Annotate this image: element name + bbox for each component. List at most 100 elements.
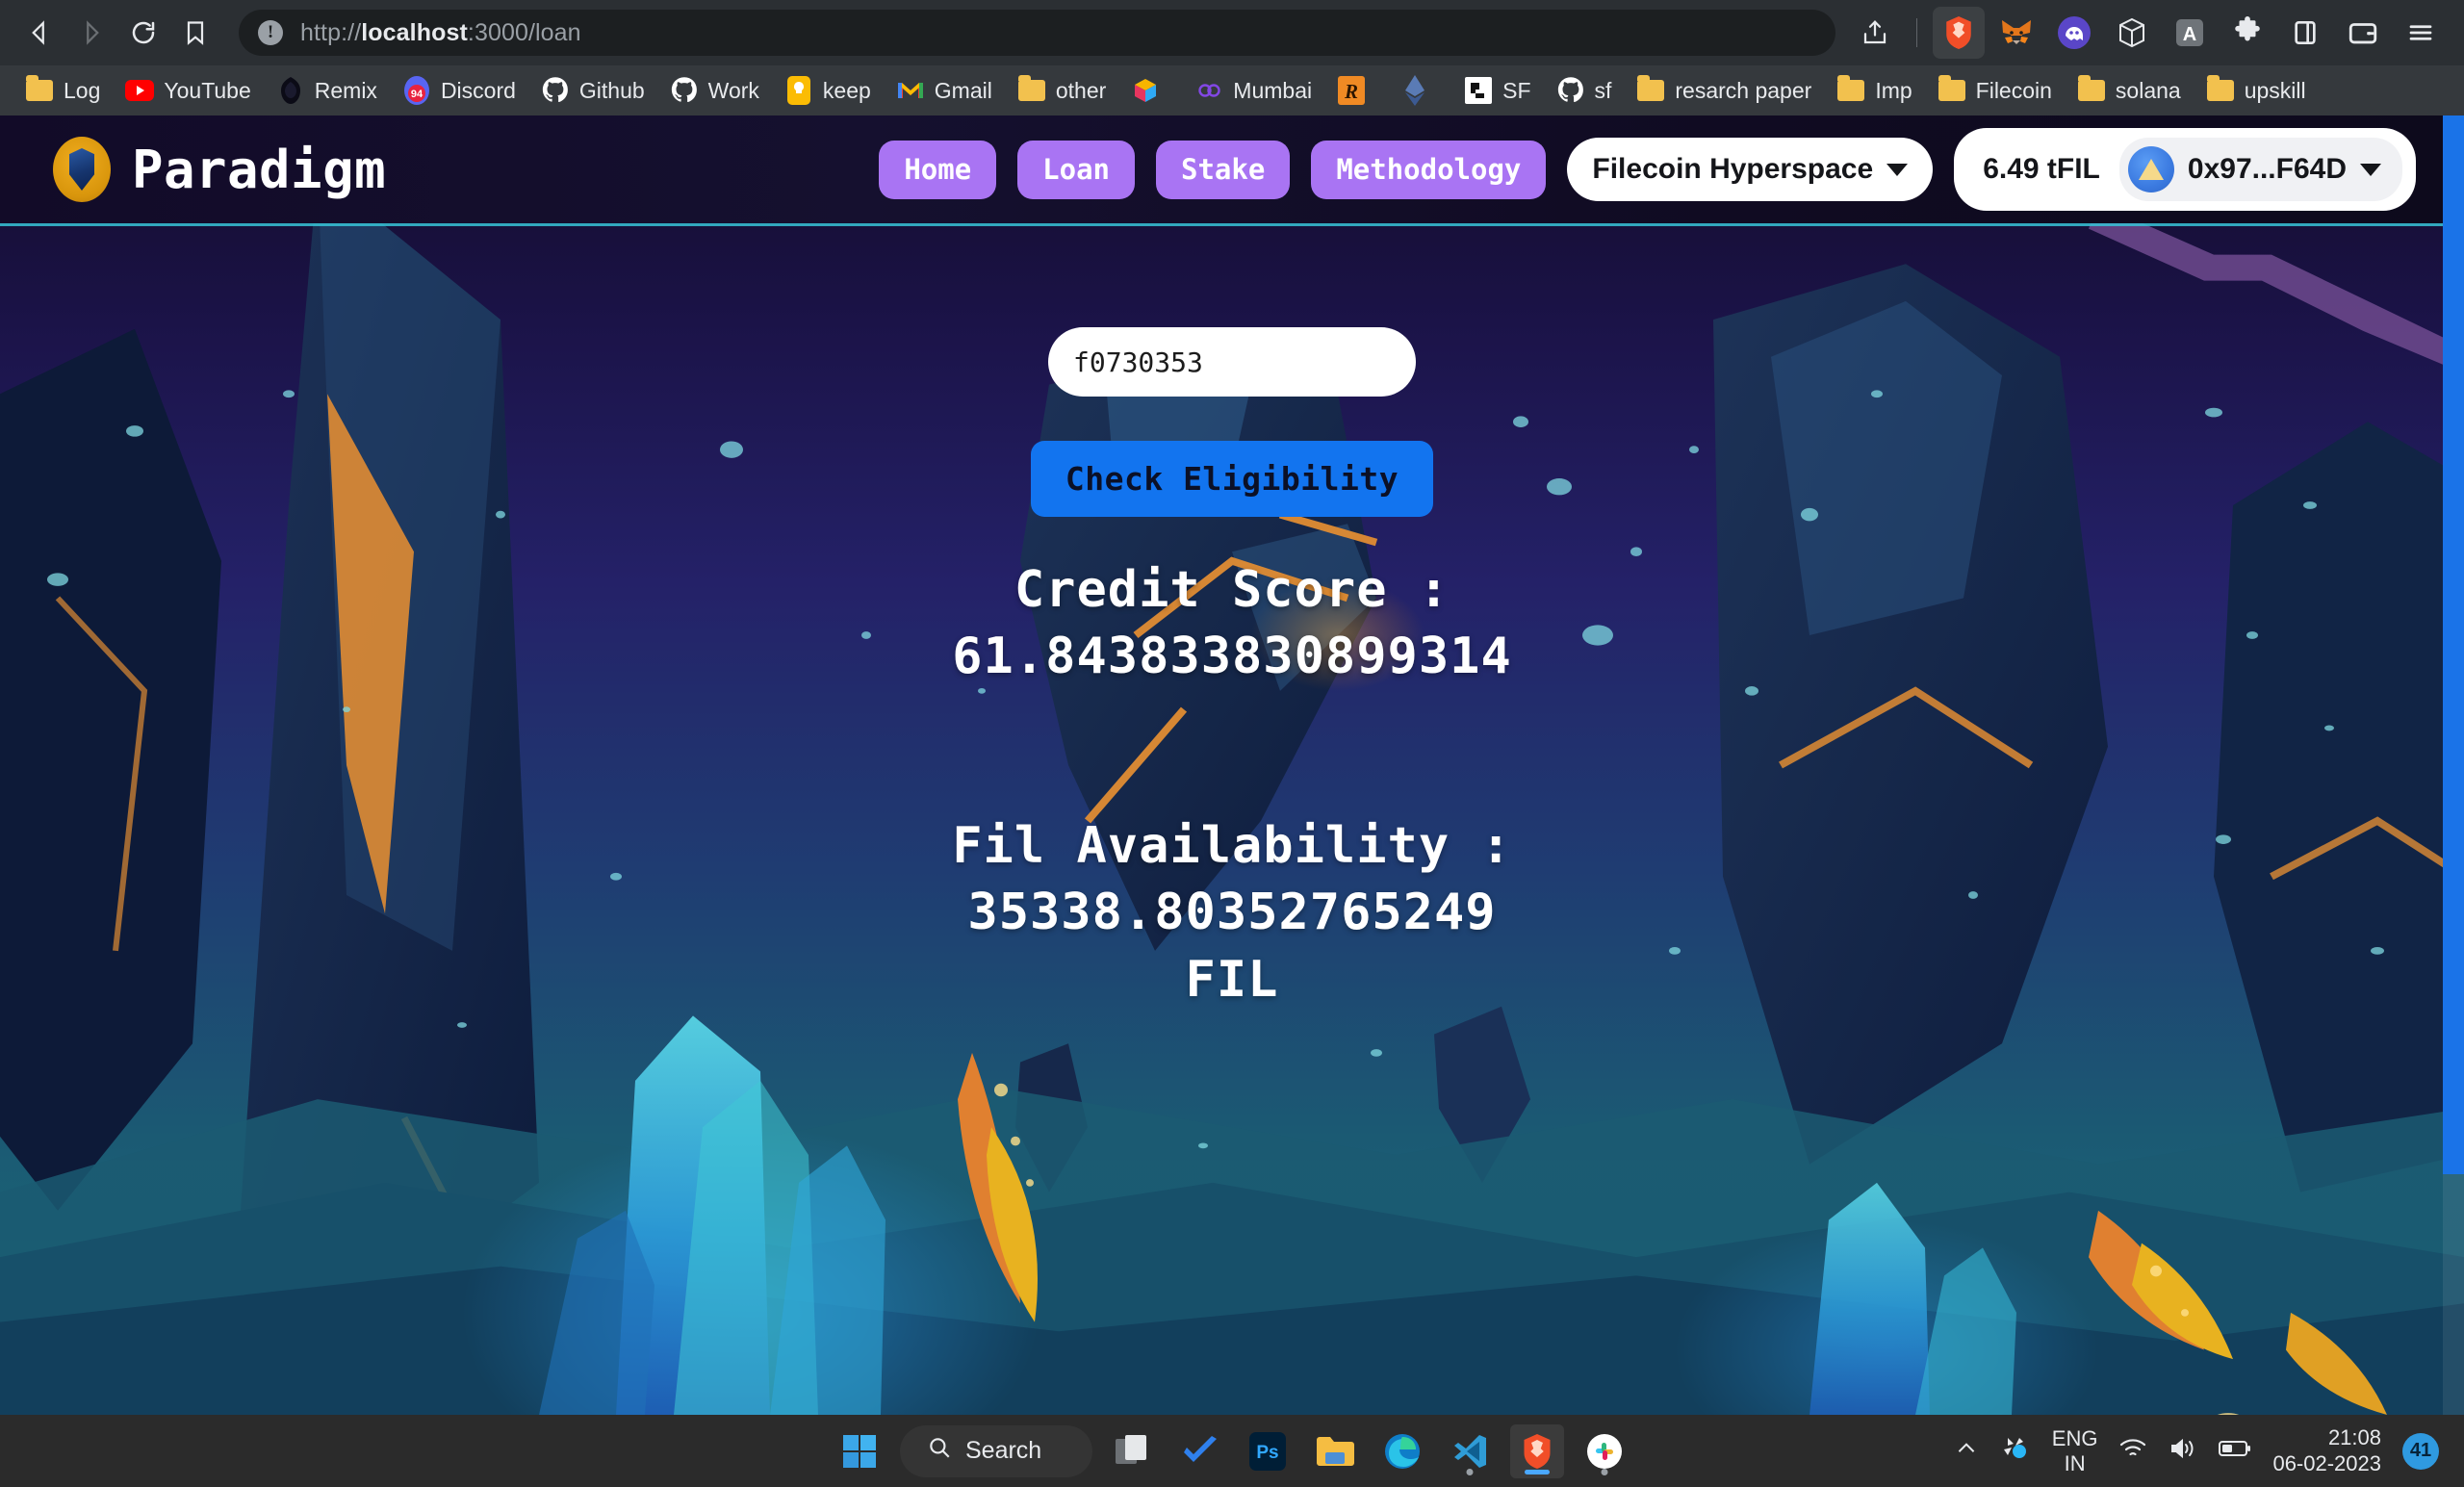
bookmark-youtube[interactable]: YouTube bbox=[116, 71, 260, 110]
vscode-icon[interactable] bbox=[1443, 1424, 1497, 1478]
paradigm-shield-logo-icon bbox=[53, 137, 111, 202]
puzzle-extensions-icon[interactable] bbox=[2221, 7, 2273, 59]
nav-item-stake[interactable]: Stake bbox=[1156, 140, 1291, 199]
not-secure-icon[interactable]: ! bbox=[258, 20, 283, 45]
taskbar-search[interactable]: Search bbox=[900, 1424, 1092, 1477]
bookmark-icon[interactable] bbox=[173, 11, 218, 55]
bookmark-discord[interactable]: 94 Discord bbox=[393, 71, 526, 110]
bookmark-label: Imp bbox=[1875, 77, 1912, 103]
bookmark-label: Remix bbox=[314, 77, 377, 103]
bookmark-label: Gmail bbox=[934, 77, 992, 103]
bookmark-keep[interactable]: keep bbox=[775, 71, 881, 110]
credit-score-result: Credit Score : 61.843833830899314 bbox=[952, 561, 1512, 686]
github-icon bbox=[541, 76, 570, 105]
bookmark-github[interactable]: Github bbox=[531, 71, 654, 110]
polygon-icon bbox=[1194, 76, 1223, 105]
bookmark-mumbai[interactable]: Mumbai bbox=[1185, 71, 1322, 110]
bookmark-remix[interactable]: Remix bbox=[267, 71, 387, 110]
bookmark-r[interactable]: R bbox=[1327, 71, 1385, 110]
tray-app-icon[interactable] bbox=[2000, 1434, 2031, 1468]
bookmark-upskill[interactable]: upskill bbox=[2196, 71, 2316, 110]
language-code: ENG bbox=[2051, 1426, 2098, 1451]
notification-badge[interactable]: 41 bbox=[2402, 1432, 2439, 1470]
bookmark-work[interactable]: Work bbox=[660, 71, 769, 110]
folder-icon bbox=[1636, 75, 1665, 105]
scrollbar-thumb[interactable] bbox=[2443, 115, 2464, 1174]
browser-toolbar: ! http://localhost:3000/loan A bbox=[0, 0, 2464, 65]
superfluid-icon bbox=[1464, 76, 1493, 105]
toolbar-actions: A bbox=[1849, 7, 2451, 59]
nav-item-loan[interactable]: Loan bbox=[1017, 140, 1136, 199]
task-view-icon[interactable] bbox=[1106, 1424, 1160, 1478]
bookmark-log[interactable]: Log bbox=[15, 71, 110, 110]
bookmark-ethereum[interactable] bbox=[1391, 71, 1449, 110]
bookmark-cube[interactable] bbox=[1121, 71, 1179, 110]
discord-icon: 94 bbox=[402, 76, 431, 105]
bookmark-sf-superfluid[interactable]: SF bbox=[1454, 71, 1540, 110]
wallet-widget[interactable]: 6.49 tFIL 0x97...F64D bbox=[1954, 128, 2416, 211]
windows-start-icon[interactable] bbox=[833, 1424, 886, 1478]
primary-nav: Home Loan Stake Methodology Filecoin Hyp… bbox=[879, 128, 2416, 211]
back-arrow-icon[interactable] bbox=[17, 11, 62, 55]
forward-arrow-icon[interactable] bbox=[69, 11, 114, 55]
cube-extension-icon[interactable] bbox=[2106, 7, 2158, 59]
wifi-icon[interactable] bbox=[2118, 1437, 2147, 1465]
letter-a-extension-icon[interactable]: A bbox=[2164, 7, 2216, 59]
miner-id-input[interactable] bbox=[1048, 327, 1416, 397]
google-keep-icon bbox=[784, 76, 813, 105]
region-code: IN bbox=[2064, 1450, 2086, 1475]
clock[interactable]: 21:08 06-02-2023 bbox=[2272, 1425, 2381, 1476]
brave-lion-icon[interactable] bbox=[1933, 7, 1985, 59]
sidebar-toggle-icon[interactable] bbox=[2279, 7, 2331, 59]
bookmark-label: Github bbox=[578, 77, 645, 103]
photoshop-icon[interactable]: Ps bbox=[1241, 1424, 1295, 1478]
metamask-fox-icon[interactable] bbox=[1990, 7, 2042, 59]
file-explorer-icon[interactable] bbox=[1308, 1424, 1362, 1478]
bookmark-sf[interactable]: sf bbox=[1547, 71, 1622, 110]
network-selector[interactable]: Filecoin Hyperspace bbox=[1567, 138, 1934, 201]
bookmark-label: resarch paper bbox=[1675, 77, 1812, 103]
slack-icon[interactable] bbox=[1578, 1424, 1631, 1478]
todo-check-icon[interactable] bbox=[1173, 1424, 1227, 1478]
ethereum-icon bbox=[1400, 75, 1429, 106]
check-eligibility-button[interactable]: Check Eligibility bbox=[1030, 441, 1434, 517]
brave-icon[interactable] bbox=[1510, 1423, 1564, 1478]
svg-text:A: A bbox=[2183, 24, 2196, 45]
bookmarks-bar: Log YouTube Remix 94 Discord Github Work… bbox=[0, 65, 2464, 115]
bookmark-resarch-paper[interactable]: resarch paper bbox=[1627, 71, 1821, 110]
bookmark-label: Log bbox=[64, 77, 101, 103]
nav-item-home[interactable]: Home bbox=[879, 140, 997, 199]
edge-icon[interactable] bbox=[1375, 1424, 1429, 1478]
wallet-address-chip[interactable]: 0x97...F64D bbox=[2118, 138, 2402, 201]
share-icon[interactable] bbox=[1849, 7, 1901, 59]
url-text: http://localhost:3000/loan bbox=[300, 18, 581, 46]
volume-icon[interactable] bbox=[2169, 1437, 2197, 1465]
remix-icon bbox=[276, 76, 305, 105]
bookmark-filecoin[interactable]: Filecoin bbox=[1928, 71, 2062, 110]
app-header: Paradigm Home Loan Stake Methodology Fil… bbox=[0, 115, 2464, 223]
bookmark-gmail[interactable]: Gmail bbox=[886, 71, 1002, 110]
bookmark-other[interactable]: other bbox=[1008, 71, 1116, 110]
loan-panel: Check Eligibility Credit Score : 61.8438… bbox=[0, 223, 2464, 1013]
search-icon bbox=[927, 1435, 952, 1467]
wallet-balance: 6.49 tFIL bbox=[1983, 153, 2100, 185]
nav-item-methodology[interactable]: Methodology bbox=[1311, 140, 1547, 199]
bookmark-label: Work bbox=[707, 77, 759, 103]
app-running-dot bbox=[1601, 1468, 1608, 1475]
bookmark-solana[interactable]: solana bbox=[2067, 71, 2191, 110]
chevron-up-icon[interactable] bbox=[1954, 1436, 1979, 1466]
svg-text:94: 94 bbox=[411, 89, 424, 100]
address-bar[interactable]: ! http://localhost:3000/loan bbox=[239, 10, 1835, 56]
hamburger-menu-icon[interactable] bbox=[2395, 7, 2447, 59]
brave-wallet-icon[interactable] bbox=[2337, 7, 2389, 59]
language-indicator[interactable]: ENG IN bbox=[2052, 1426, 2098, 1475]
brand[interactable]: Paradigm bbox=[53, 137, 386, 202]
reload-icon[interactable] bbox=[121, 11, 166, 55]
bookmark-imp[interactable]: Imp bbox=[1827, 71, 1921, 110]
battery-icon[interactable] bbox=[2219, 1439, 2251, 1463]
bookmark-label: sf bbox=[1594, 77, 1612, 103]
phantom-ghost-icon[interactable] bbox=[2048, 7, 2100, 59]
page-scrollbar[interactable] bbox=[2443, 115, 2464, 1415]
app-active-indicator bbox=[1525, 1469, 1550, 1474]
chevron-down-icon bbox=[1886, 163, 1909, 176]
